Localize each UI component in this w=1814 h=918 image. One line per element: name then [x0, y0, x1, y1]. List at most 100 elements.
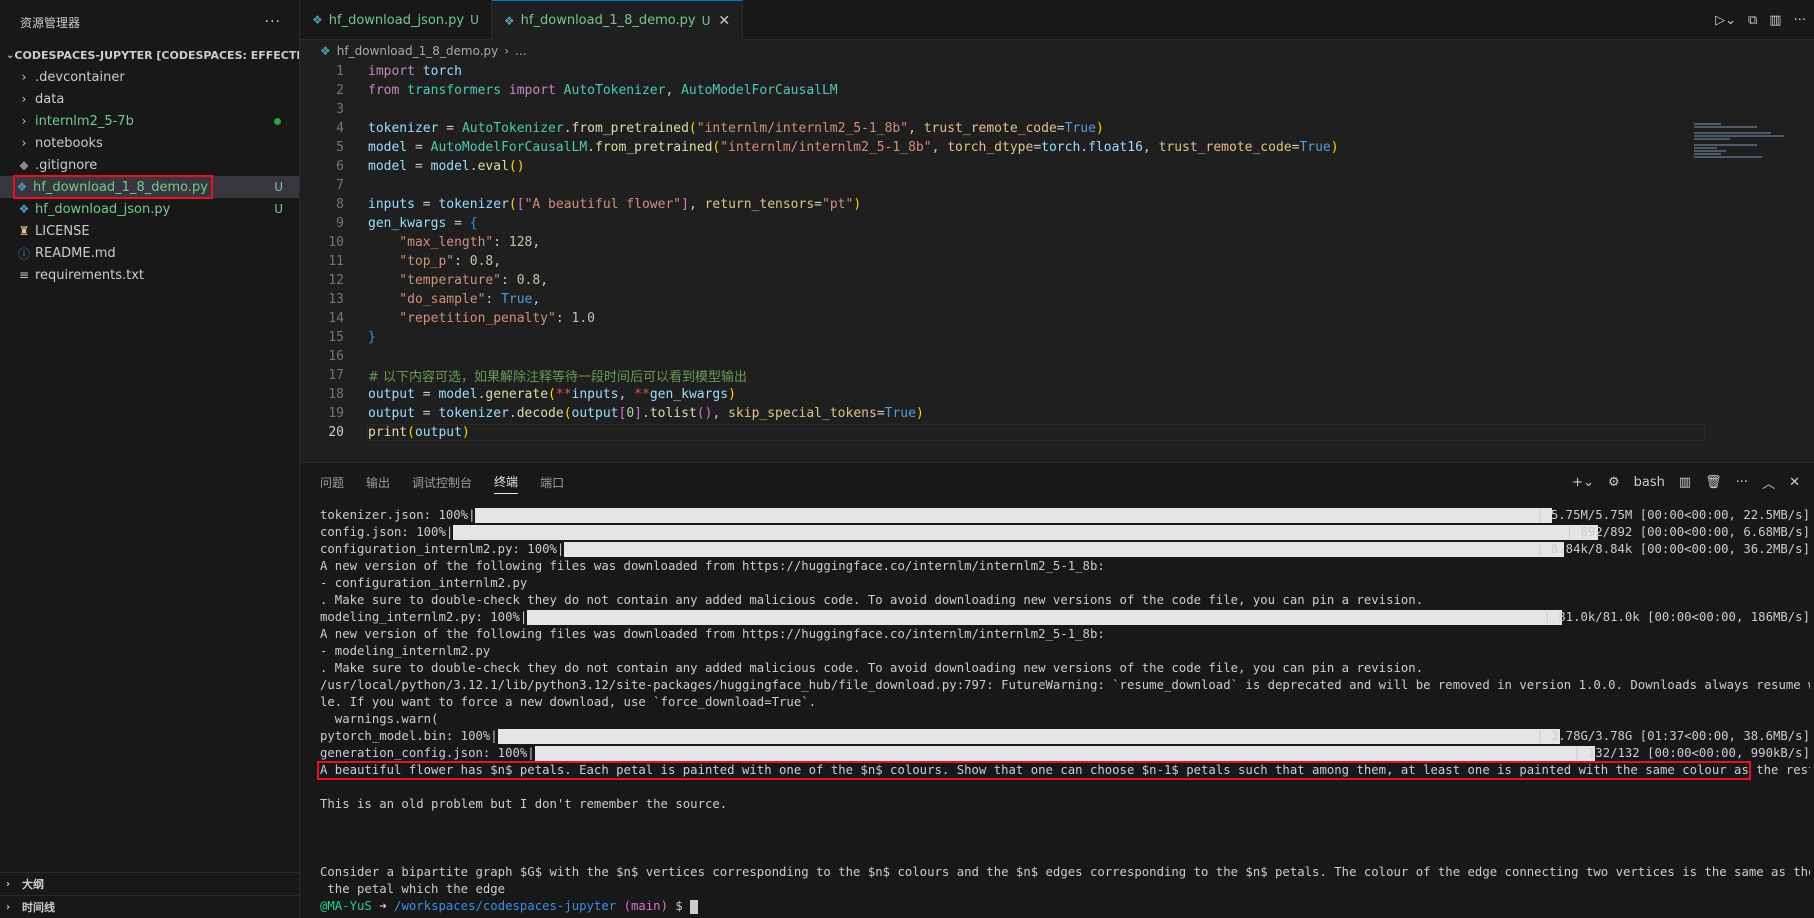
terminal-line: A new version of the following files was… — [320, 559, 1105, 573]
chevron-right-icon: › — [504, 44, 510, 58]
line-number: 8 — [336, 197, 344, 212]
minimap[interactable] — [1694, 122, 1784, 172]
code-token: 0.8 — [516, 273, 541, 288]
code-token: : — [493, 235, 509, 250]
code-token: "pt" — [822, 197, 854, 212]
code-token: model — [438, 387, 478, 402]
code-editor[interactable]: 1 import torch 2 from transformers import … — [300, 62, 1814, 462]
code-token: , — [688, 197, 705, 212]
tree-item-gitignore[interactable]: ◆ .gitignore — [0, 154, 299, 176]
tree-item-hf-download-json[interactable]: ❖ hf_download_json.py U — [0, 198, 299, 220]
compare-icon[interactable]: ⧉ — [1748, 13, 1757, 28]
shell-name[interactable]: bash — [1634, 475, 1665, 490]
code-token: = — [446, 216, 470, 231]
run-icon[interactable]: ▷⌄ — [1715, 13, 1736, 28]
tree-item-hf-download-1-8-demo[interactable]: ❖ hf_download_1_8_demo.py U — [0, 175, 299, 199]
terminal-line: warnings.warn( — [320, 712, 439, 726]
code-token: import — [368, 64, 415, 79]
chevron-right-icon: › — [21, 136, 27, 150]
code-token: : — [485, 292, 502, 307]
terminal-line: - modeling_internlm2.py — [320, 644, 491, 658]
more-actions-icon[interactable]: ··· — [1736, 475, 1748, 490]
more-actions-icon[interactable]: ··· — [1794, 13, 1806, 28]
code-line: 3 — [300, 100, 1814, 119]
code-line: 2 from transformers import AutoTokenizer,… — [300, 81, 1814, 100]
code-token: , — [712, 406, 729, 421]
prompt-branch: (main) — [623, 899, 668, 913]
split-terminal-icon[interactable]: ▥ — [1679, 475, 1691, 490]
trash-icon[interactable]: 🗑 — [1705, 475, 1722, 490]
tree-item-readme[interactable]: ⓘ README.md — [0, 242, 299, 264]
tab-ports[interactable]: 端口 — [540, 470, 564, 494]
code-line: 19 output = tokenizer.decode(output[0].to… — [300, 404, 1814, 423]
code-token: output — [368, 406, 415, 421]
line-number: 11 — [328, 254, 344, 269]
outline-section[interactable]: › 大纲 — [0, 872, 300, 895]
git-file-icon: ◆ — [19, 158, 29, 172]
terminal-line: . Make sure to double-check they do not … — [320, 661, 1424, 675]
progress-bar — [564, 542, 1565, 557]
workspace-root[interactable]: ⌄ CODESPACES-JUPYTER [CODESPACES: EFFECT… — [0, 44, 299, 66]
terminal-line: - configuration_internlm2.py — [320, 576, 528, 590]
panel-actions: +⌄ ⚙ bash ▥ 🗑 ··· ︿ ✕ — [1572, 463, 1800, 501]
more-actions-icon[interactable]: ··· — [265, 14, 281, 30]
code-token: , — [532, 235, 541, 250]
maximize-icon[interactable]: ︿ — [1762, 473, 1775, 492]
tab-terminal[interactable]: 终端 — [494, 470, 519, 494]
line-number: 3 — [336, 102, 344, 117]
breadcrumb-file[interactable]: hf_download_1_8_demo.py — [337, 44, 498, 58]
tab-hf-download-json[interactable]: ❖ hf_download_json.py U — [300, 0, 492, 40]
terminal-line: . Make sure to double-check they do not … — [320, 593, 1424, 607]
terminal-blank — [320, 830, 1810, 847]
tree-item-label: .devcontainer — [35, 69, 125, 85]
chevron-down-icon: ⌄ — [6, 49, 15, 61]
tab-debug-console[interactable]: 调试控制台 — [412, 470, 472, 494]
code-line: 16 — [300, 347, 1814, 366]
code-token: . — [641, 406, 650, 421]
code-token: ) — [853, 197, 862, 212]
code-token: import — [508, 83, 556, 98]
code-token: "max_length" — [368, 235, 494, 250]
timeline-section[interactable]: › 时间线 — [0, 895, 300, 918]
prompt-symbol: $ — [667, 899, 691, 913]
tab-hf-download-1-8-demo[interactable]: ❖ hf_download_1_8_demo.py U ✕ — [491, 0, 744, 40]
code-token: 1.0 — [571, 311, 595, 326]
code-token: skip_special_tokens — [728, 406, 877, 421]
tree-item-requirements[interactable]: ≡ requirements.txt — [0, 264, 299, 286]
tree-item-internlm2-5-7b[interactable]: › internlm2_5-7b — [0, 110, 299, 132]
code-token: inputs — [571, 387, 619, 402]
code-token: . — [563, 121, 572, 136]
code-token: ) — [461, 425, 470, 440]
code-token: True — [1299, 140, 1331, 155]
code-token: model — [430, 159, 470, 174]
progress-bar — [527, 610, 1563, 625]
close-panel-icon[interactable]: ✕ — [1789, 475, 1800, 490]
code-token: return_tensors — [704, 197, 815, 212]
tree-item-data[interactable]: › data — [0, 88, 299, 110]
tab-output[interactable]: 输出 — [366, 470, 390, 494]
new-terminal-icon[interactable]: +⌄ — [1572, 475, 1594, 490]
code-token: } — [368, 330, 376, 345]
close-icon[interactable]: ✕ — [718, 13, 730, 29]
tree-item-notebooks[interactable]: › notebooks — [0, 132, 299, 154]
tree-item-label: hf_download_json.py — [35, 201, 171, 217]
code-comment: # 以下内容可选，如果解除注释等待一段时间后可以看到模型输出 — [368, 370, 748, 385]
split-editor-icon[interactable]: ▥ — [1769, 13, 1781, 28]
code-token: output — [368, 387, 415, 402]
code-token: tokenizer — [368, 121, 439, 136]
code-token: from — [368, 83, 400, 98]
code-token: ) — [1330, 140, 1339, 155]
tree-item-devcontainer[interactable]: › .devcontainer — [0, 66, 299, 88]
tab-problems[interactable]: 问题 — [320, 470, 344, 494]
progress-label: generation_config.json: 100%| — [320, 746, 535, 760]
tree-item-label: notebooks — [35, 135, 103, 151]
tree-item-license[interactable]: ♜ LICENSE — [0, 220, 299, 242]
code-token: () — [696, 406, 713, 421]
breadcrumb-more[interactable]: ... — [515, 44, 526, 58]
line-number: 9 — [336, 216, 344, 231]
code-line: 5 model = AutoModelForCausalLM.from_pretr… — [300, 138, 1814, 157]
terminal-shell-icon: ⚙ — [1607, 474, 1620, 490]
code-line: 10 "max_length": 128, — [300, 233, 1814, 252]
terminal-output[interactable]: tokenizer.json: 100%| | 5.75M/5.75M [00:0… — [320, 507, 1810, 915]
code-token: AutoTokenizer — [461, 121, 564, 136]
